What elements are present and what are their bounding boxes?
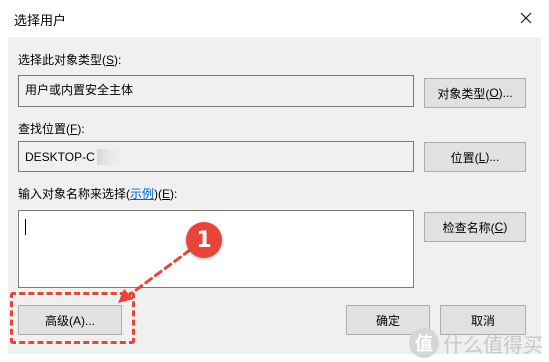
- cancel-button-label: 取消: [470, 313, 495, 328]
- location-value: DESKTOP-C: [25, 149, 95, 164]
- enter-names-label-mid: )(: [154, 187, 163, 201]
- ok-button-label: 确定: [375, 313, 400, 328]
- close-button[interactable]: [503, 0, 549, 36]
- site-watermark: 值 什么值得买: [409, 328, 543, 358]
- locations-button-tail: )...: [485, 150, 500, 164]
- advanced-button-highlight: [10, 292, 135, 344]
- enter-names-label-text: 输入对象名称来选择(: [18, 187, 130, 201]
- watermark-text: 什么值得买: [443, 332, 543, 357]
- object-type-label: 选择此对象类型(S):: [18, 51, 121, 68]
- object-type-field: 用户或内置安全主体: [18, 75, 414, 107]
- location-label-text: 查找位置(: [18, 122, 70, 136]
- check-names-button-text: 检查名称(: [442, 220, 495, 235]
- object-type-value: 用户或内置安全主体: [25, 83, 134, 97]
- locations-button-key: L: [478, 150, 486, 164]
- locations-button[interactable]: 位置(L)...: [424, 142, 526, 172]
- object-type-label-key: S: [106, 53, 115, 67]
- close-icon: [520, 12, 532, 24]
- object-types-button-tail: )...: [498, 86, 513, 100]
- object-types-button[interactable]: 对象类型(O)...: [424, 78, 526, 108]
- step-callout-badge: 1: [186, 222, 222, 258]
- watermark-logo: 值: [409, 328, 439, 358]
- check-names-button[interactable]: 检查名称(C): [424, 212, 526, 242]
- object-types-button-text: 对象类型(: [437, 86, 490, 101]
- examples-link[interactable]: 示例: [130, 187, 154, 201]
- location-field: DESKTOP-C: [18, 141, 414, 172]
- object-types-button-key: O: [489, 86, 499, 100]
- select-users-dialog: 选择用户 选择此对象类型(S): 用户或内置安全主体 对象类型(O)... 查找…: [0, 0, 549, 362]
- enter-names-label-key: E: [162, 187, 171, 201]
- object-type-label-text: 选择此对象类型(: [18, 53, 106, 67]
- location-label-tail: ):: [77, 122, 85, 136]
- text-caret: [25, 219, 26, 235]
- check-names-button-key: C: [494, 220, 504, 234]
- enter-names-label: 输入对象名称来选择(示例)(E):: [18, 185, 177, 202]
- location-label: 查找位置(F):: [18, 120, 85, 137]
- title-bar[interactable]: 选择用户: [0, 0, 549, 36]
- object-type-label-tail: ):: [114, 53, 122, 67]
- window-title: 选择用户: [14, 13, 67, 28]
- check-names-button-tail: ): [503, 220, 508, 234]
- enter-names-label-tail: ):: [170, 187, 178, 201]
- locations-button-text: 位置(: [450, 150, 479, 165]
- redacted-text: [96, 148, 127, 165]
